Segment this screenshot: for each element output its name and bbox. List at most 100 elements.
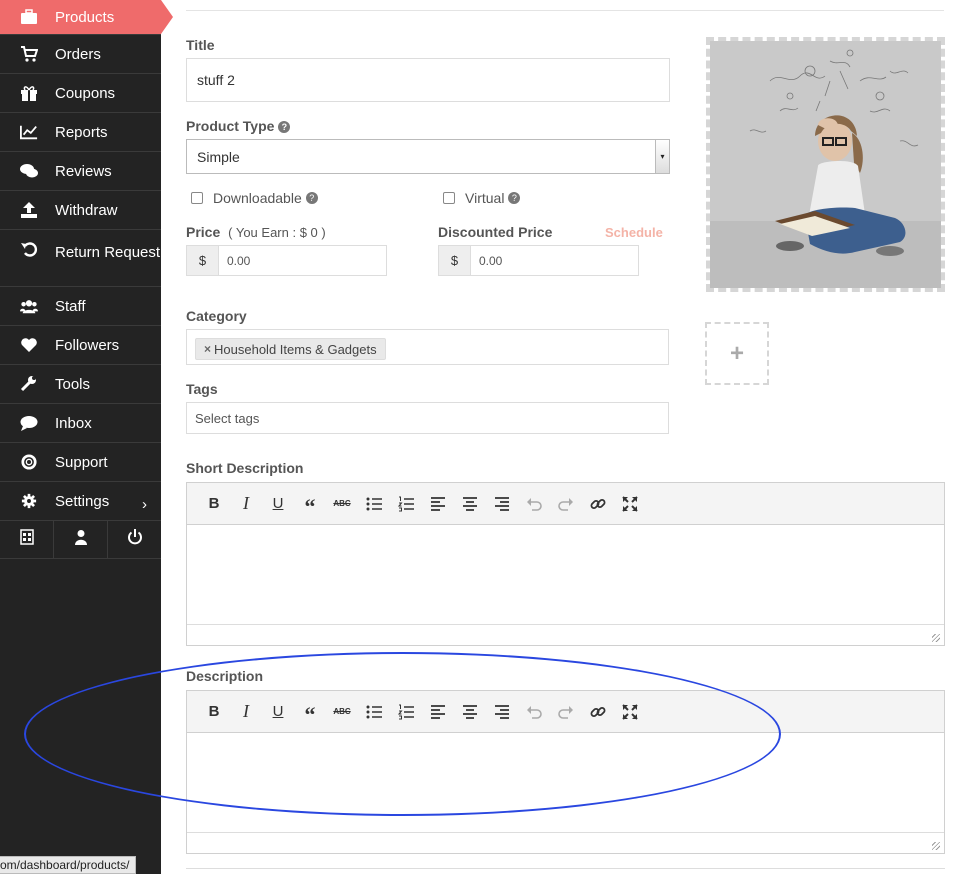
redo-icon bbox=[558, 497, 573, 511]
store-icon bbox=[19, 529, 35, 550]
add-gallery-image-button[interactable]: + bbox=[705, 322, 769, 385]
sidebar-item-settings[interactable]: Settings › bbox=[0, 482, 161, 521]
italic-button[interactable]: I bbox=[230, 490, 262, 518]
fullscreen-button[interactable] bbox=[614, 490, 646, 518]
power-icon bbox=[127, 529, 143, 550]
bold-button[interactable]: B bbox=[198, 490, 230, 518]
fullscreen-button[interactable] bbox=[614, 698, 646, 726]
short-description-label: Short Description bbox=[186, 460, 304, 476]
numbered-list-icon bbox=[398, 496, 414, 511]
bullet-list-button[interactable] bbox=[358, 490, 390, 518]
sidebar-item-support[interactable]: Support bbox=[0, 443, 161, 482]
downloadable-label: Downloadable bbox=[213, 190, 302, 206]
top-divider bbox=[186, 10, 944, 11]
sidebar-item-label: Withdraw bbox=[55, 201, 118, 219]
sidebar-item-products[interactable]: Products bbox=[0, 0, 173, 35]
underline-button[interactable]: U bbox=[262, 490, 294, 518]
blockquote-button[interactable]: “ bbox=[294, 698, 326, 727]
sidebar-item-followers[interactable]: Followers bbox=[0, 326, 161, 365]
align-center-button[interactable] bbox=[454, 698, 486, 726]
numbered-list-button[interactable] bbox=[390, 698, 422, 726]
sidebar-item-label: Settings bbox=[55, 492, 110, 510]
align-center-button[interactable] bbox=[454, 490, 486, 518]
strikethrough-button[interactable]: ABC bbox=[326, 490, 358, 518]
category-label: Category bbox=[186, 308, 247, 324]
help-icon[interactable]: ? bbox=[278, 121, 291, 133]
short-description-textarea[interactable] bbox=[187, 525, 944, 625]
align-left-button[interactable] bbox=[422, 698, 454, 726]
logout-button[interactable] bbox=[108, 521, 161, 558]
numbered-list-icon bbox=[398, 704, 414, 719]
resize-handle[interactable] bbox=[932, 634, 940, 642]
sidebar-item-orders[interactable]: Orders bbox=[0, 35, 161, 74]
link-button[interactable] bbox=[582, 698, 614, 726]
sidebar-item-coupons[interactable]: Coupons bbox=[0, 74, 161, 113]
comment-icon bbox=[19, 414, 39, 432]
italic-button[interactable]: I bbox=[230, 698, 262, 726]
virtual-checkbox[interactable] bbox=[443, 192, 455, 204]
user-icon bbox=[73, 529, 89, 550]
align-left-icon bbox=[431, 704, 445, 719]
align-left-icon bbox=[431, 496, 445, 511]
downloadable-checkbox[interactable] bbox=[191, 192, 203, 204]
price-input[interactable]: 0.00 bbox=[219, 245, 387, 276]
sidebar-item-inbox[interactable]: Inbox bbox=[0, 404, 161, 443]
gift-icon bbox=[19, 84, 39, 102]
sidebar-item-return-request[interactable]: Return Request bbox=[0, 230, 161, 287]
description-textarea[interactable] bbox=[187, 733, 944, 833]
align-left-button[interactable] bbox=[422, 490, 454, 518]
align-right-button[interactable] bbox=[486, 698, 518, 726]
numbered-list-button[interactable] bbox=[390, 490, 422, 518]
profile-button[interactable] bbox=[54, 521, 108, 558]
discounted-price-input[interactable]: 0.00 bbox=[471, 245, 639, 276]
virtual-label: Virtual bbox=[465, 190, 505, 206]
undo-button[interactable] bbox=[518, 490, 550, 518]
comments-icon bbox=[19, 162, 39, 180]
title-input[interactable]: stuff 2 bbox=[186, 58, 670, 102]
discounted-price-field[interactable]: $ 0.00 bbox=[438, 245, 639, 276]
undo-icon bbox=[527, 705, 542, 719]
chevron-right-icon: › bbox=[142, 496, 147, 513]
help-icon[interactable]: ? bbox=[305, 192, 318, 204]
redo-button[interactable] bbox=[550, 490, 582, 518]
product-type-value: Simple bbox=[197, 148, 240, 165]
sidebar-item-label: Inbox bbox=[55, 414, 92, 432]
schedule-link[interactable]: Schedule bbox=[605, 225, 663, 240]
gear-icon bbox=[19, 492, 39, 510]
sidebar-item-reviews[interactable]: Reviews bbox=[0, 152, 161, 191]
link-icon bbox=[590, 498, 606, 509]
sidebar-item-tools[interactable]: Tools bbox=[0, 365, 161, 404]
sidebar-item-label: Tools bbox=[55, 375, 91, 393]
bullet-list-button[interactable] bbox=[358, 698, 390, 726]
remove-tag-icon[interactable]: × bbox=[204, 342, 211, 356]
strikethrough-button[interactable]: ABC bbox=[326, 698, 358, 726]
store-button[interactable] bbox=[0, 521, 54, 558]
align-center-icon bbox=[463, 496, 477, 511]
title-value: stuff 2 bbox=[197, 72, 235, 88]
bold-button[interactable]: B bbox=[198, 698, 230, 726]
bullet-list-icon bbox=[366, 497, 382, 510]
tags-input[interactable]: Select tags bbox=[186, 402, 669, 434]
sidebar-item-reports[interactable]: Reports bbox=[0, 113, 161, 152]
sidebar-item-label: Reviews bbox=[55, 162, 112, 180]
sidebar-item-label: Orders bbox=[55, 45, 101, 63]
link-button[interactable] bbox=[582, 490, 614, 518]
cart-icon bbox=[19, 45, 39, 63]
underline-button[interactable]: U bbox=[262, 698, 294, 726]
redo-button[interactable] bbox=[550, 698, 582, 726]
align-right-button[interactable] bbox=[486, 490, 518, 518]
description-label: Description bbox=[186, 668, 264, 684]
price-field[interactable]: $ 0.00 bbox=[186, 245, 387, 276]
product-type-select[interactable]: Simple ▾ bbox=[186, 139, 670, 174]
product-type-label: Product Type? bbox=[186, 118, 291, 134]
sidebar-item-staff[interactable]: Staff bbox=[0, 287, 161, 326]
sidebar-item-withdraw[interactable]: Withdraw bbox=[0, 191, 161, 230]
help-icon[interactable]: ? bbox=[508, 192, 521, 204]
bullet-list-icon bbox=[366, 705, 382, 718]
virtual-option[interactable]: Virtual ? bbox=[443, 190, 521, 206]
resize-handle[interactable] bbox=[932, 842, 940, 850]
undo-button[interactable] bbox=[518, 698, 550, 726]
downloadable-option[interactable]: Downloadable ? bbox=[191, 190, 318, 206]
blockquote-button[interactable]: “ bbox=[294, 490, 326, 519]
product-image[interactable] bbox=[706, 37, 945, 292]
